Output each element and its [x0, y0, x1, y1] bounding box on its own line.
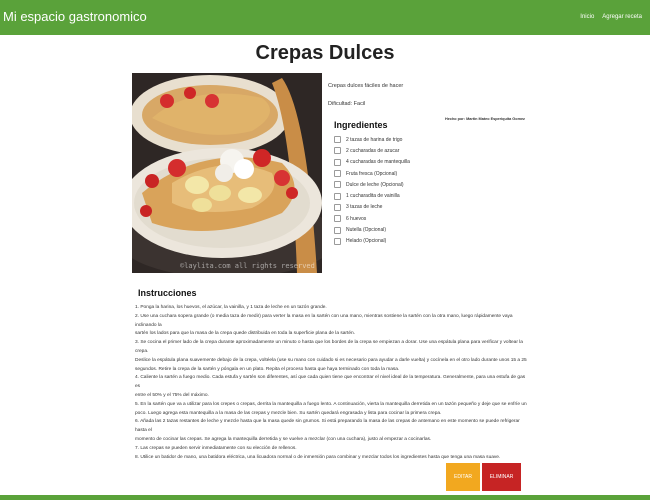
top-navbar: Mi espacio gastronomico Inicio Agregar r… — [0, 0, 650, 35]
instruction-line: entre el 50% y el 75% del máximo. — [135, 392, 209, 398]
ingredient-label: Fruta fresca (Opcional) — [346, 170, 398, 177]
ingredient-item: 3 tazas de leche — [334, 202, 410, 213]
ingredient-checkbox[interactable] — [334, 181, 341, 189]
instruction-line: 8. Utilice un batidor de mano, una batid… — [135, 454, 501, 460]
image-watermark: ©laylita.com all rights reserved — [180, 262, 315, 270]
crepes-illustration — [132, 73, 322, 273]
instruction-line: Deslice la espátula plana suavemente deb… — [135, 357, 527, 363]
ingredient-item: Dulce de leche (Opcional) — [334, 179, 410, 190]
ingredient-item: 2 tazas de harina de trigo — [334, 134, 410, 145]
instruction-line: 6. Añada las 2 tazas restantes de leche … — [135, 419, 520, 434]
instruction-line: segundos. Retire la crepa de la sartén y… — [135, 366, 400, 372]
ingredient-item: Fruta fresca (Opcional) — [334, 168, 410, 179]
ingredient-checkbox[interactable] — [334, 226, 341, 234]
ingredient-item: 2 cucharadas de azucar — [334, 145, 410, 156]
ingredient-item: 1 cucharadita de vainilla — [334, 190, 410, 201]
delete-button[interactable]: ELIMINAR — [482, 463, 521, 491]
ingredient-checkbox[interactable] — [334, 237, 341, 245]
footer-bar — [0, 495, 650, 500]
ingredient-checkbox[interactable] — [334, 147, 341, 155]
nav-link-inicio[interactable]: Inicio — [580, 14, 594, 20]
edit-button[interactable]: EDITAR — [446, 463, 480, 491]
recipe-difficulty: Dificultad: Facil — [328, 101, 366, 107]
ingredient-label: 4 cucharadas de mantequilla — [346, 159, 410, 166]
ingredient-label: 2 tazas de harina de trigo — [346, 136, 403, 143]
site-brand[interactable]: Mi espacio gastronomico — [3, 9, 147, 24]
instruction-line: 2. Use una cuchara sopera grande (o medi… — [135, 313, 513, 328]
ingredient-checkbox[interactable] — [334, 170, 341, 178]
ingredient-checkbox[interactable] — [334, 215, 341, 223]
ingredient-checkbox[interactable] — [334, 158, 341, 166]
instruction-line: 4. Caliente la sartén a fuego medio. Cad… — [135, 375, 526, 390]
ingredient-checkbox[interactable] — [334, 136, 341, 144]
ingredient-label: Dulce de leche (Opcional) — [346, 181, 404, 188]
ingredient-item: Helado (Opcional) — [334, 236, 410, 247]
instructions-heading: Instrucciones — [138, 288, 197, 298]
ingredient-label: 2 cucharadas de azucar — [346, 147, 400, 154]
ingredient-checkbox[interactable] — [334, 192, 341, 200]
ingredient-item: Nutella (Opcional) — [334, 224, 410, 235]
ingredient-checkbox[interactable] — [334, 203, 341, 211]
ingredient-label: Nutella (Opcional) — [346, 227, 387, 234]
ingredient-item: 6 huevos — [334, 213, 410, 224]
ingredient-label: 1 cucharadita de vainilla — [346, 193, 400, 200]
recipe-photo: ©laylita.com all rights reserved — [132, 73, 322, 273]
recipe-description: Crepas dulces fáciles de hacer — [328, 83, 404, 89]
recipe-author: Hecho por: Martin Mateo Esperiquita Gome… — [445, 117, 525, 121]
ingredient-label: 6 huevos — [346, 215, 367, 222]
instruction-line: poco. Luego agrega esta mantequilla a la… — [135, 410, 442, 416]
ingredients-heading: Ingredientes — [334, 120, 388, 130]
main-nav: Inicio Agregar receta — [580, 14, 650, 20]
ingredient-label: 3 tazas de leche — [346, 204, 383, 211]
instruction-line: 7. Las crepas se pueden servir inmediata… — [135, 445, 297, 451]
nav-link-agregar-receta[interactable]: Agregar receta — [602, 14, 642, 20]
ingredient-label: Helado (Opcional) — [346, 238, 387, 245]
instruction-line: sartén los lados para que la masa de la … — [135, 331, 355, 337]
recipe-title: Crepas Dulces — [255, 42, 395, 64]
instruction-line: momento de cocinar las crepas. Se agrega… — [135, 436, 432, 442]
ingredient-item: 4 cucharadas de mantequilla — [334, 157, 410, 168]
ingredients-list: 2 tazas de harina de trigo 2 cucharadas … — [334, 134, 410, 247]
instruction-line: 1. Ponga la harina, los huevos, el azúca… — [135, 305, 327, 310]
instructions-list: 1. Ponga la harina, los huevos, el azúca… — [135, 304, 530, 462]
instruction-line: 5. En la sartén que va a utilizar para l… — [135, 401, 527, 407]
instruction-line: 3. Se cocina el primer lado de la crepa … — [135, 340, 523, 354]
